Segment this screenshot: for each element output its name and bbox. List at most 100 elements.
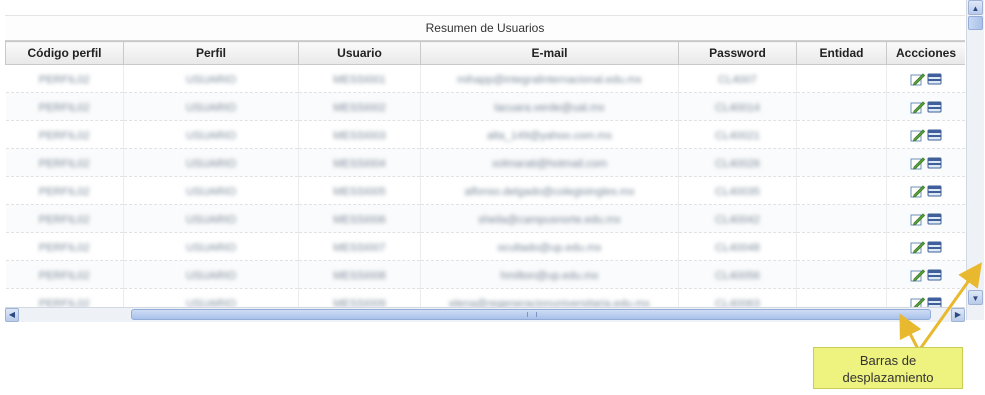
cell-usuario: MESSI007: [298, 232, 421, 261]
cell-usuario-value: MESSI007: [333, 241, 386, 254]
cell-usuario: MESSI006: [298, 204, 421, 233]
table-row[interactable]: PERFIL02 USUARIO MESSI004 xolmarati@hotmail…: [5, 148, 965, 177]
arrow-to-horizontal-scrollbar: [899, 313, 922, 350]
callout-line-2: desplazamiento: [842, 370, 934, 385]
cell-email-value: ocultado@up.edu.mx: [497, 241, 602, 254]
edit-icon[interactable]: [910, 156, 925, 170]
delete-icon[interactable]: [927, 100, 942, 114]
cell-perfil-value: USUARIO: [185, 101, 237, 114]
scroll-up-button[interactable]: ▲: [968, 0, 983, 15]
vertical-scrollbar[interactable]: ▲ ▼: [966, 0, 984, 320]
cell-password-value: CL40014: [715, 101, 760, 114]
cell-usuario-value: MESSI008: [333, 269, 386, 282]
scroll-right-button[interactable]: ▶: [951, 308, 965, 322]
delete-icon[interactable]: [927, 156, 942, 170]
cell-entidad: [796, 64, 887, 93]
edit-icon[interactable]: [910, 240, 925, 254]
scroll-left-button[interactable]: ◀: [5, 308, 19, 322]
cell-email-value: sheila@campusnorte.edu.mx: [478, 213, 621, 226]
cell-email: hmilton@up.edu.mx: [420, 260, 679, 289]
cell-email: mihapp@integralinternacional.edu.mx: [420, 64, 679, 93]
cell-codigo-value: PERFIL02: [38, 73, 90, 86]
scrollbars-callout: Barras de desplazamiento: [813, 347, 963, 389]
table-header-row: Código perfil Perfil Usuario E-mail Pass…: [5, 41, 965, 65]
delete-icon[interactable]: [927, 72, 942, 86]
scroll-down-button[interactable]: ▼: [968, 290, 983, 305]
column-header-password[interactable]: Password: [678, 41, 797, 65]
cell-email-value: hmilton@up.edu.mx: [500, 269, 599, 282]
cell-usuario-value: MESSI006: [333, 213, 386, 226]
cell-codigo: PERFIL02: [5, 232, 124, 261]
cell-perfil-value: USUARIO: [185, 213, 237, 226]
cell-acciones: [886, 148, 965, 177]
delete-icon[interactable]: [927, 212, 942, 226]
table-row[interactable]: PERFIL02 USUARIO MESSI006 sheila@campusnort…: [5, 204, 965, 233]
edit-icon[interactable]: [910, 268, 925, 282]
edit-icon[interactable]: [910, 72, 925, 86]
cell-acciones: [886, 204, 965, 233]
cell-acciones: [886, 64, 965, 93]
cell-perfil-value: USUARIO: [185, 269, 237, 282]
delete-icon[interactable]: [927, 268, 942, 282]
table-row[interactable]: PERFIL02 USUARIO MESSI007 ocultado@up.edu.m…: [5, 232, 965, 261]
edit-icon[interactable]: [910, 212, 925, 226]
cell-email: ocultado@up.edu.mx: [420, 232, 679, 261]
table-row[interactable]: PERFIL02 USUARIO MESSI001 mihapp@integralin…: [5, 64, 965, 93]
column-header-entidad[interactable]: Entidad: [796, 41, 887, 65]
edit-icon[interactable]: [910, 100, 925, 114]
cell-perfil: USUARIO: [123, 204, 299, 233]
cell-email: sheila@campusnorte.edu.mx: [420, 204, 679, 233]
cell-password-value: CL40056: [715, 269, 760, 282]
cell-email-value: mihapp@integralinternacional.edu.mx: [457, 73, 642, 86]
cell-email: xolmarati@hotmail.com: [420, 148, 679, 177]
cell-codigo: PERFIL02: [5, 148, 124, 177]
cell-codigo-value: PERFIL02: [38, 101, 90, 114]
delete-icon[interactable]: [927, 240, 942, 254]
cell-entidad: [796, 204, 887, 233]
horizontal-scroll-thumb[interactable]: [131, 309, 931, 320]
cell-perfil: USUARIO: [123, 260, 299, 289]
column-header-email[interactable]: E-mail: [420, 41, 679, 65]
cell-codigo-value: PERFIL02: [38, 129, 90, 142]
cell-entidad: [796, 260, 887, 289]
cell-password: CL40048: [678, 232, 797, 261]
cell-email-value: alta_149@yahoo.com.mx: [487, 129, 612, 142]
cell-perfil: USUARIO: [123, 120, 299, 149]
cell-password: CL40026: [678, 148, 797, 177]
cell-usuario-value: MESSI001: [333, 73, 386, 86]
cell-entidad: [796, 232, 887, 261]
cell-perfil-value: USUARIO: [185, 73, 237, 86]
cell-acciones: [886, 92, 965, 121]
cell-password: CL40021: [678, 120, 797, 149]
column-header-perfil[interactable]: Perfil: [123, 41, 299, 65]
cell-codigo: PERFIL02: [5, 204, 124, 233]
cell-usuario-value: MESSI004: [333, 157, 386, 170]
cell-codigo: PERFIL02: [5, 92, 124, 121]
table-row[interactable]: PERFIL02 USUARIO MESSI005 alfonso.delgado@c…: [5, 176, 965, 205]
vertical-scroll-thumb[interactable]: [968, 16, 983, 30]
cell-email: lacuara.verde@ual.mx: [420, 92, 679, 121]
edit-icon[interactable]: [910, 128, 925, 142]
cell-password-value: CL4007: [718, 73, 757, 86]
cell-codigo-value: PERFIL02: [38, 157, 90, 170]
cell-usuario: MESSI008: [298, 260, 421, 289]
table-row[interactable]: PERFIL02 USUARIO MESSI008 hmilton@up.edu.mx…: [5, 260, 965, 289]
cell-password-value: CL40021: [715, 129, 760, 142]
delete-icon[interactable]: [927, 128, 942, 142]
delete-icon[interactable]: [927, 184, 942, 198]
horizontal-scrollbar[interactable]: ◀ ▶: [5, 307, 965, 322]
cell-codigo-value: PERFIL02: [38, 241, 90, 254]
cell-acciones: [886, 232, 965, 261]
cell-perfil: USUARIO: [123, 148, 299, 177]
edit-icon[interactable]: [910, 184, 925, 198]
callout-line-1: Barras de: [859, 353, 917, 368]
cell-usuario: MESSI002: [298, 92, 421, 121]
table-row[interactable]: PERFIL02 USUARIO MESSI002 lacuara.verde@ual…: [5, 92, 965, 121]
cell-email-value: lacuara.verde@ual.mx: [494, 101, 605, 114]
cell-password: CL4007: [678, 64, 797, 93]
table-row[interactable]: PERFIL02 USUARIO MESSI003 alta_149@yahoo.co…: [5, 120, 965, 149]
cell-codigo-value: PERFIL02: [38, 269, 90, 282]
users-summary-panel: Resumen de Usuarios Código perfil Perfil…: [5, 15, 965, 320]
column-header-codigo-perfil[interactable]: Código perfil: [5, 41, 124, 65]
column-header-usuario[interactable]: Usuario: [298, 41, 421, 65]
